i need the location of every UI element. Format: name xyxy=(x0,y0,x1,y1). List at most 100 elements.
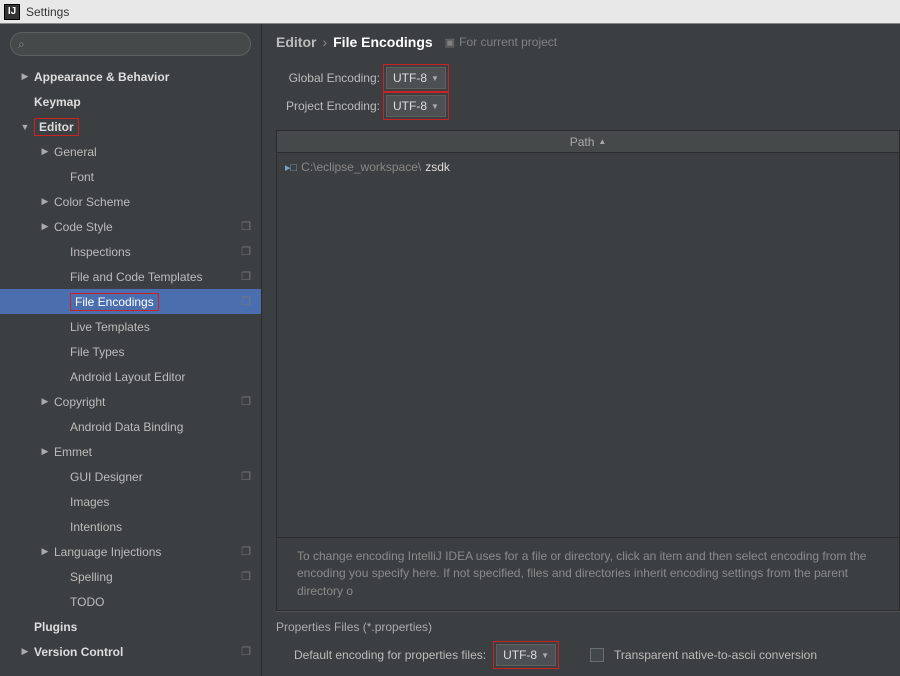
chevron-right-icon[interactable]: ▶ xyxy=(20,71,30,82)
project-encoding-row: Project Encoding: UTF-8 ▼ xyxy=(276,92,900,120)
chevron-down-icon: ▼ xyxy=(431,102,439,111)
chevron-down-icon: ▼ xyxy=(431,74,439,83)
tree-item-general[interactable]: ▶ General xyxy=(0,139,261,164)
tree-item-label: Intentions xyxy=(70,520,251,534)
tree-item-label: Keymap xyxy=(34,95,251,109)
project-scope-icon: ❐ xyxy=(241,570,251,583)
tree-item-file-encodings[interactable]: File Encodings ❐ xyxy=(0,289,261,314)
settings-tree[interactable]: ▶Appearance & Behavior Keymap ▼ Editor ▶ Gene… xyxy=(0,64,261,676)
window-titlebar: IJ Settings xyxy=(0,0,900,24)
tree-item-label: Version Control xyxy=(34,645,237,659)
breadcrumb-project-hint: ▣ For current project xyxy=(445,35,557,49)
tree-item-version-control[interactable]: ▶Version Control❐ xyxy=(0,639,261,664)
chevron-right-icon[interactable]: ▶ xyxy=(40,196,50,207)
properties-section: Properties Files (*.properties) Default … xyxy=(276,611,900,676)
global-encoding-dropdown[interactable]: UTF-8 ▼ xyxy=(386,67,446,89)
chevron-right-icon[interactable]: ▶ xyxy=(40,396,50,407)
tree-item-gui-designer[interactable]: GUI Designer ❐ xyxy=(0,464,261,489)
tree-item-file-and-code-templates[interactable]: File and Code Templates❐ xyxy=(0,264,261,289)
global-encoding-label: Global Encoding: xyxy=(276,71,386,85)
project-scope-icon: ❐ xyxy=(241,295,251,308)
project-encoding-dropdown[interactable]: UTF-8 ▼ xyxy=(386,95,446,117)
tree-item-images[interactable]: Images xyxy=(0,489,261,514)
path-prefix: C:\eclipse_workspace\ xyxy=(301,160,421,174)
tree-item-label: Inspections xyxy=(70,245,237,259)
chevron-right-icon[interactable]: ▶ xyxy=(20,646,30,657)
breadcrumb-leaf: File Encodings xyxy=(333,34,433,50)
folder-icon: ▸□ xyxy=(285,161,297,174)
encoding-hint-text: To change encoding IntelliJ IDEA uses fo… xyxy=(277,537,899,610)
tree-item-file-types[interactable]: File Types xyxy=(0,339,261,364)
breadcrumb-sep: › xyxy=(322,34,327,50)
tree-item-label: Editor xyxy=(34,118,79,136)
tree-item-label: TODO xyxy=(70,595,251,609)
properties-section-title: Properties Files (*.properties) xyxy=(276,620,900,634)
tree-item-label: Images xyxy=(70,495,251,509)
tree-item-label: Code Style xyxy=(54,220,237,234)
tree-item-copyright[interactable]: ▶ Copyright ❐ xyxy=(0,389,261,414)
breadcrumb: Editor › File Encodings ▣ For current pr… xyxy=(276,34,900,50)
tree-item-emmet[interactable]: ▶ Emmet xyxy=(0,439,261,464)
tree-item-intentions[interactable]: Intentions xyxy=(0,514,261,539)
table-body[interactable]: ▸□C:\eclipse_workspace\zsdk xyxy=(277,153,899,537)
chevron-down-icon[interactable]: ▼ xyxy=(20,122,30,132)
tree-item-spelling[interactable]: Spelling❐ xyxy=(0,564,261,589)
tree-item-language-injections[interactable]: ▶ Language Injections ❐ xyxy=(0,539,261,564)
tree-item-label: Font xyxy=(70,170,251,184)
content-area: ⌕ ▶Appearance & Behavior Keymap ▼ Editor ▶ Ge… xyxy=(0,24,900,676)
path-encoding-table: Path ▲ ▸□C:\eclipse_workspace\zsdk To ch… xyxy=(276,130,900,611)
tree-item-inspections[interactable]: Inspections ❐ xyxy=(0,239,261,264)
tree-item-android-data-binding[interactable]: Android Data Binding xyxy=(0,414,261,439)
tree-item-live-templates[interactable]: Live Templates xyxy=(0,314,261,339)
project-scope-icon: ▣ xyxy=(445,36,455,49)
tree-item-editor[interactable]: ▼ Editor xyxy=(0,114,261,139)
tree-item-label: File Types xyxy=(70,345,251,359)
tree-item-label: GUI Designer xyxy=(70,470,237,484)
tree-item-font[interactable]: Font xyxy=(0,164,261,189)
chevron-right-icon[interactable]: ▶ xyxy=(40,446,50,457)
tree-item-label: Language Injections xyxy=(54,545,237,559)
tree-item-keymap[interactable]: Keymap xyxy=(0,89,261,114)
tree-item-android-layout-editor[interactable]: Android Layout Editor xyxy=(0,364,261,389)
global-encoding-value: UTF-8 xyxy=(393,71,427,85)
tree-item-todo[interactable]: TODO xyxy=(0,589,261,614)
tree-item-label: File Encodings xyxy=(70,293,159,311)
project-scope-icon: ❐ xyxy=(241,470,251,483)
project-encoding-value: UTF-8 xyxy=(393,99,427,113)
tree-item-plugins[interactable]: Plugins xyxy=(0,614,261,639)
project-scope-icon: ❐ xyxy=(241,220,251,233)
settings-sidebar: ⌕ ▶Appearance & Behavior Keymap ▼ Editor ▶ Ge… xyxy=(0,24,262,676)
tree-item-label: Color Scheme xyxy=(54,195,251,209)
tree-item-color-scheme[interactable]: ▶ Color Scheme xyxy=(0,189,261,214)
project-scope-icon: ❐ xyxy=(241,545,251,558)
tree-item-label: File and Code Templates xyxy=(70,270,237,284)
search-input[interactable] xyxy=(10,32,251,56)
main-panel: Editor › File Encodings ▣ For current pr… xyxy=(262,24,900,676)
chevron-down-icon: ▼ xyxy=(541,651,549,660)
table-header[interactable]: Path ▲ xyxy=(277,131,899,153)
project-scope-icon: ❐ xyxy=(241,245,251,258)
transparent-ascii-checkbox[interactable] xyxy=(590,648,604,662)
properties-encoding-value: UTF-8 xyxy=(503,648,537,662)
tree-item-label: General xyxy=(54,145,251,159)
tree-item-label: Emmet xyxy=(54,445,251,459)
window-title: Settings xyxy=(26,0,69,24)
table-header-label: Path xyxy=(570,135,595,149)
chevron-right-icon[interactable]: ▶ xyxy=(40,146,50,157)
tree-item-label: Android Data Binding xyxy=(70,420,251,434)
encoding-rows: Global Encoding: UTF-8 ▼ Project Encodin… xyxy=(276,64,900,120)
tree-item-appearance-behavior[interactable]: ▶Appearance & Behavior xyxy=(0,64,261,89)
chevron-right-icon[interactable]: ▶ xyxy=(40,221,50,232)
search-wrap: ⌕ xyxy=(0,24,261,64)
tree-item-code-style[interactable]: ▶ Code Style ❐ xyxy=(0,214,261,239)
project-scope-icon: ❐ xyxy=(241,395,251,408)
breadcrumb-root: Editor xyxy=(276,34,316,50)
tree-item-label: Plugins xyxy=(34,620,251,634)
table-row[interactable]: ▸□C:\eclipse_workspace\zsdk xyxy=(285,157,891,177)
tree-item-label: Copyright xyxy=(54,395,237,409)
properties-default-row: Default encoding for properties files: U… xyxy=(276,644,900,666)
chevron-right-icon[interactable]: ▶ xyxy=(40,546,50,557)
properties-encoding-dropdown[interactable]: UTF-8 ▼ xyxy=(496,644,556,666)
global-encoding-row: Global Encoding: UTF-8 ▼ xyxy=(276,64,900,92)
search-icon: ⌕ xyxy=(18,37,25,52)
